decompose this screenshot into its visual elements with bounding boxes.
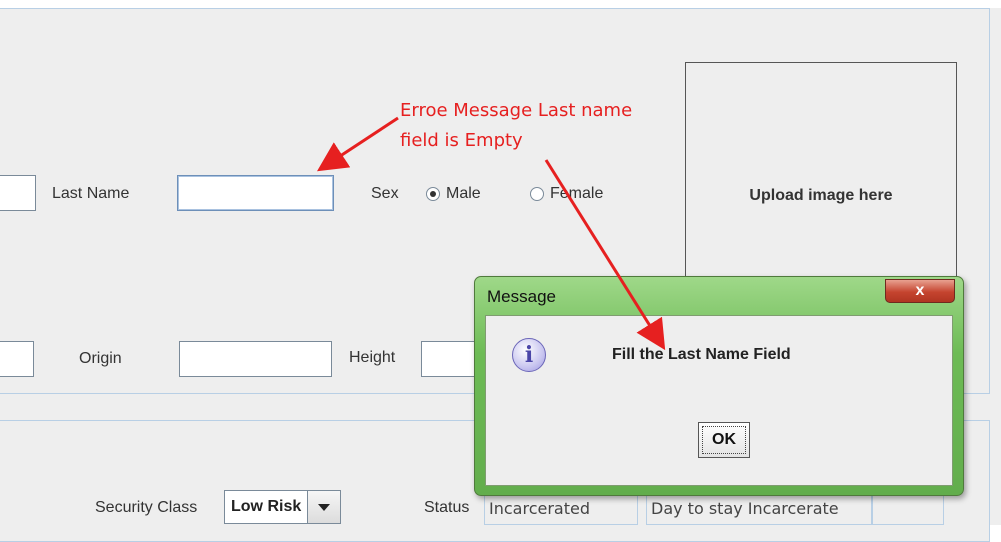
ok-button[interactable]: OK: [698, 422, 750, 458]
prisoner-registration-window: Last Name Sex Male Female Upload image h…: [0, 0, 1001, 542]
height-label: Height: [349, 349, 396, 366]
radio-selected-icon: [426, 187, 440, 201]
day-to-stay-input[interactable]: [872, 492, 944, 525]
radio-unselected-icon: [530, 187, 544, 201]
dialog-title: Message: [487, 287, 556, 306]
row2-left-field[interactable]: [0, 341, 34, 377]
sex-female-label: Female: [550, 185, 604, 202]
sex-label: Sex: [371, 185, 399, 202]
origin-label: Origin: [79, 350, 122, 367]
message-dialog: Message x i Fill the Last Name Field OK: [474, 276, 964, 496]
security-class-combo[interactable]: Low Risk: [224, 490, 342, 524]
info-icon: i: [512, 338, 546, 372]
sex-male-radio[interactable]: Male: [426, 185, 481, 203]
status-label: Status: [424, 499, 470, 516]
day-to-stay-field[interactable]: Day to stay Incarcerate: [646, 492, 872, 525]
sex-female-radio[interactable]: Female: [530, 185, 603, 203]
security-class-value: Low Risk: [231, 498, 302, 515]
close-icon: x: [915, 282, 925, 299]
sex-male-label: Male: [446, 185, 481, 202]
upload-image-label: Upload image here: [749, 187, 893, 204]
last-name-field[interactable]: [177, 175, 334, 211]
dialog-body: i Fill the Last Name Field OK: [485, 315, 953, 486]
first-name-field[interactable]: [0, 175, 36, 211]
error-annotation: Erroe Message Last name field is Empty: [400, 100, 633, 151]
chevron-down-icon: [318, 503, 331, 511]
combo-dropdown-button[interactable]: [307, 491, 341, 523]
origin-field[interactable]: [179, 341, 332, 377]
top-strip: [0, 0, 1001, 8]
security-class-label: Security Class: [95, 499, 198, 516]
dialog-message: Fill the Last Name Field: [612, 346, 791, 363]
last-name-label: Last Name: [52, 185, 130, 202]
dialog-close-button[interactable]: x: [885, 279, 955, 303]
status-field[interactable]: Incarcerated: [484, 492, 638, 525]
